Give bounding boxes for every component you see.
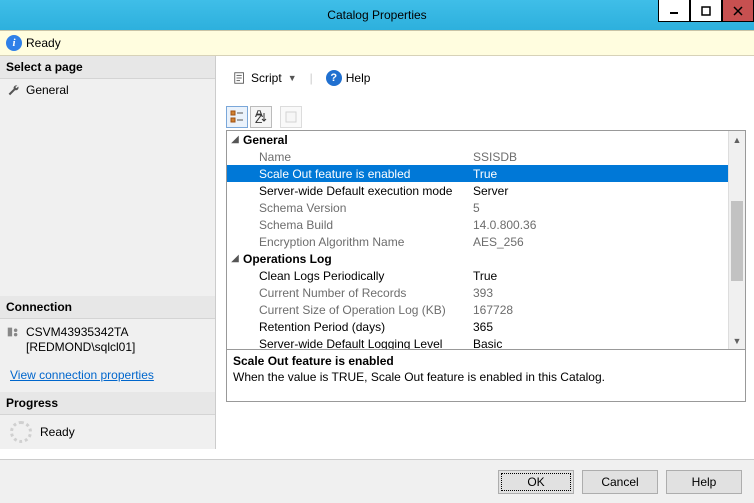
property-row[interactable]: Schema Build14.0.800.36 [227, 216, 728, 233]
alphabetical-button[interactable]: AZ [250, 106, 272, 128]
property-name: Current Size of Operation Log (KB) [241, 303, 471, 317]
property-name: Current Number of Records [241, 286, 471, 300]
title-bar: Catalog Properties [0, 0, 754, 30]
help-icon: ? [326, 70, 342, 86]
right-pane: Script ▼ | ? Help AZ ◢GeneralNameSSIS [216, 56, 754, 449]
connection-login: [REDMOND\sqlcl01] [26, 340, 135, 356]
property-row[interactable]: Server-wide Default execution modeServer [227, 182, 728, 199]
page-item-general[interactable]: General [0, 79, 215, 101]
property-row[interactable]: Schema Version5 [227, 199, 728, 216]
sort-az-icon: AZ [254, 110, 268, 124]
property-row[interactable]: Encryption Algorithm NameAES_256 [227, 233, 728, 250]
property-category[interactable]: ◢General [227, 131, 728, 148]
property-row[interactable]: NameSSISDB [227, 148, 728, 165]
scrollbar[interactable]: ▲ ▼ [728, 131, 745, 349]
pages-icon [284, 110, 298, 124]
close-button[interactable] [722, 0, 754, 22]
property-value[interactable]: True [471, 167, 728, 181]
scroll-thumb[interactable] [731, 201, 743, 281]
view-connection-properties-link[interactable]: View connection properties [0, 362, 215, 392]
property-row[interactable]: Scale Out feature is enabledTrue [227, 165, 728, 182]
help-label: Help [346, 71, 371, 85]
property-name: Encryption Algorithm Name [241, 235, 471, 249]
property-name: Retention Period (days) [241, 320, 471, 334]
property-value[interactable]: 167728 [471, 303, 728, 317]
script-icon [233, 71, 247, 85]
script-button[interactable]: Script ▼ [226, 67, 304, 89]
property-value[interactable]: 5 [471, 201, 728, 215]
svg-text:Z: Z [255, 112, 262, 124]
property-name: General [241, 133, 471, 147]
status-bar: i Ready [0, 30, 754, 56]
dropdown-icon: ▼ [288, 73, 297, 83]
property-value[interactable]: 393 [471, 286, 728, 300]
minimize-icon [669, 6, 679, 16]
progress-header: Progress [0, 392, 215, 415]
script-label: Script [251, 71, 282, 85]
categorized-button[interactable] [226, 106, 248, 128]
maximize-button[interactable] [690, 0, 722, 22]
wrench-icon [6, 83, 20, 97]
property-category[interactable]: ◢Operations Log [227, 250, 728, 267]
help-button[interactable]: ? Help [319, 66, 378, 90]
help-button-bottom[interactable]: Help [666, 470, 742, 494]
property-name: Schema Version [241, 201, 471, 215]
spinner-icon [10, 421, 32, 443]
property-value[interactable]: 14.0.800.36 [471, 218, 728, 232]
dialog-button-bar: OK Cancel Help [0, 459, 754, 503]
property-grid[interactable]: ◢GeneralNameSSISDBScale Out feature is e… [226, 130, 746, 350]
property-value[interactable]: AES_256 [471, 235, 728, 249]
expand-icon[interactable]: ◢ [227, 253, 241, 264]
select-page-header: Select a page [0, 56, 215, 79]
progress-status: Ready [0, 415, 215, 449]
property-row[interactable]: Current Size of Operation Log (KB)167728 [227, 301, 728, 318]
property-grid-toolbar: AZ [226, 104, 746, 130]
scroll-up-button[interactable]: ▲ [729, 131, 745, 148]
window-title: Catalog Properties [0, 8, 754, 22]
description-title: Scale Out feature is enabled [233, 354, 739, 368]
ok-button[interactable]: OK [498, 470, 574, 494]
connection-header: Connection [0, 296, 215, 319]
property-name: Name [241, 150, 471, 164]
minimize-button[interactable] [658, 0, 690, 22]
property-row[interactable]: Server-wide Default Logging LevelBasic [227, 335, 728, 349]
page-item-label: General [26, 83, 69, 97]
expand-icon[interactable]: ◢ [227, 134, 241, 145]
connection-server: CSVM43935342TA [26, 325, 135, 341]
property-value[interactable]: SSISDB [471, 150, 728, 164]
property-row[interactable]: Clean Logs PeriodicallyTrue [227, 267, 728, 284]
info-icon: i [6, 35, 22, 51]
description-body: When the value is TRUE, Scale Out featur… [233, 370, 739, 384]
property-name: Scale Out feature is enabled [241, 167, 471, 181]
close-icon [733, 6, 743, 16]
window-controls [658, 0, 754, 22]
progress-text: Ready [40, 425, 75, 439]
status-text: Ready [26, 36, 61, 50]
toolbar: Script ▼ | ? Help [226, 62, 746, 98]
maximize-icon [701, 6, 711, 16]
left-pane: Select a page General Connection CSVM439… [0, 56, 216, 449]
property-name: Server-wide Default Logging Level [241, 337, 471, 350]
property-name: Server-wide Default execution mode [241, 184, 471, 198]
cancel-button[interactable]: Cancel [582, 470, 658, 494]
property-value[interactable]: 365 [471, 320, 728, 334]
description-pane: Scale Out feature is enabled When the va… [226, 350, 746, 402]
connection-info: CSVM43935342TA [REDMOND\sqlcl01] [0, 319, 215, 362]
property-name: Schema Build [241, 218, 471, 232]
scroll-down-button[interactable]: ▼ [729, 332, 745, 349]
main-content: Select a page General Connection CSVM439… [0, 56, 754, 449]
categorized-icon [230, 110, 244, 124]
property-name: Operations Log [241, 252, 471, 266]
property-row[interactable]: Retention Period (days)365 [227, 318, 728, 335]
property-row[interactable]: Current Number of Records393 [227, 284, 728, 301]
property-value[interactable]: True [471, 269, 728, 283]
property-pages-button [280, 106, 302, 128]
property-value[interactable]: Basic [471, 337, 728, 350]
property-value[interactable]: Server [471, 184, 728, 198]
property-name: Clean Logs Periodically [241, 269, 471, 283]
server-icon [6, 325, 20, 339]
